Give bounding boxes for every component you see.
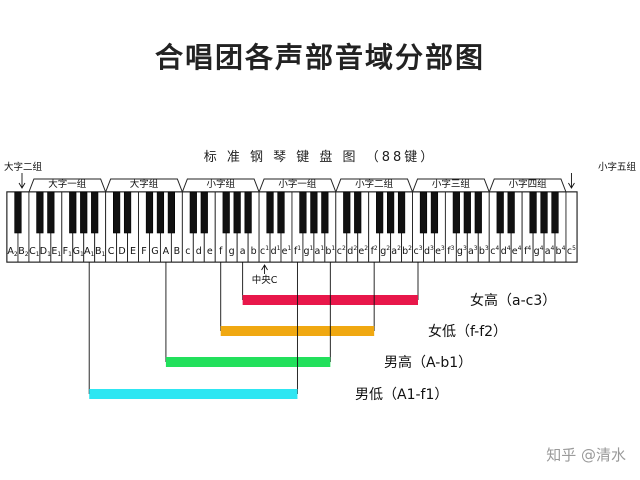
key-label: F xyxy=(141,246,146,257)
group-label: 小字二组 xyxy=(355,178,394,190)
black-key xyxy=(14,191,22,234)
range-label: 女低（f-f2） xyxy=(428,323,507,340)
black-key xyxy=(123,191,132,234)
piano-keyboard: A2 B2 C1 D1 E1 F1 G1 A1 B1 C D E F G A Bc d e f g a b c1 d1 e1 f1… xyxy=(6,191,578,263)
key-label: B xyxy=(174,246,181,257)
black-key xyxy=(321,191,329,234)
black-key xyxy=(507,191,515,234)
octave-group: 大字组 xyxy=(105,178,183,193)
black-key xyxy=(474,191,482,234)
black-key xyxy=(386,191,395,234)
octave-group: 小字一组 xyxy=(258,178,337,193)
black-key xyxy=(430,191,439,234)
key-label: c xyxy=(185,246,190,257)
black-key xyxy=(354,191,362,234)
black-key xyxy=(310,191,318,234)
pointer-arrow xyxy=(18,173,26,189)
black-key xyxy=(299,191,307,234)
black-key xyxy=(343,191,351,234)
black-key xyxy=(189,191,197,234)
middle-c-label: 中央C xyxy=(252,274,278,286)
group-label: 小字一组 xyxy=(278,178,317,190)
black-key xyxy=(419,191,428,234)
key-label: b xyxy=(251,246,257,257)
black-key xyxy=(36,191,44,234)
black-key xyxy=(376,191,384,234)
black-key xyxy=(244,191,252,234)
black-key xyxy=(452,191,460,234)
voice-range: 女高（a-c3） xyxy=(242,262,556,309)
key-label: G xyxy=(151,246,158,257)
black-key xyxy=(397,191,406,234)
key-label: E xyxy=(130,246,136,257)
black-key xyxy=(200,191,208,234)
range-label: 男低（A1-f1） xyxy=(355,387,448,403)
key-label: e xyxy=(207,246,213,257)
black-key xyxy=(91,191,99,234)
key-label: C xyxy=(108,246,115,257)
end-label-right: 小字五组 xyxy=(598,161,637,173)
black-key xyxy=(496,191,504,234)
group-label: 小字四组 xyxy=(509,178,548,190)
black-key xyxy=(529,191,537,234)
range-label: 男高（A-b1） xyxy=(384,354,472,371)
key-label: A xyxy=(163,246,170,257)
black-key xyxy=(167,191,176,234)
group-label: 大字组 xyxy=(130,178,159,190)
black-key xyxy=(113,191,121,234)
group-label: 大字一组 xyxy=(48,178,87,190)
middle-c-arrow xyxy=(261,264,268,274)
octave-group: 大字一组 xyxy=(28,178,107,193)
range-bar xyxy=(89,389,298,399)
black-key xyxy=(80,191,88,234)
octave-group: 小字二组 xyxy=(335,178,413,193)
black-key xyxy=(222,191,230,234)
group-label: 小字组 xyxy=(206,178,235,190)
black-key xyxy=(551,191,559,234)
octave-group: 小字三组 xyxy=(412,178,490,193)
piano-range-diagram: A2 B2 C1 D1 E1 F1 G1 A1 B1 C D E F G A Bc d e f g a b c1 d1 e1 f1… xyxy=(4,161,637,403)
range-label: 女高（a-c3） xyxy=(470,292,556,309)
black-key xyxy=(233,191,241,234)
key-label: d xyxy=(196,246,202,257)
group-label: 小字三组 xyxy=(432,178,471,190)
octave-group: 小字四组 xyxy=(488,178,567,193)
black-key xyxy=(145,191,154,234)
key-label: g xyxy=(229,246,235,257)
watermark: 知乎 @清水 xyxy=(546,446,626,464)
pointer-arrow xyxy=(568,173,575,189)
black-key xyxy=(69,191,77,234)
key-label: a xyxy=(240,246,246,257)
black-key xyxy=(156,191,165,234)
voice-range: 男高（A-b1） xyxy=(165,262,472,371)
black-key xyxy=(47,191,55,234)
black-key xyxy=(266,191,274,234)
black-key xyxy=(540,191,548,234)
end-label-left: 大字二组 xyxy=(4,161,43,173)
black-key xyxy=(277,191,285,234)
range-bar xyxy=(165,357,331,367)
key-label: D xyxy=(118,246,125,257)
black-key xyxy=(463,191,471,234)
octave-group: 小字组 xyxy=(181,178,260,193)
